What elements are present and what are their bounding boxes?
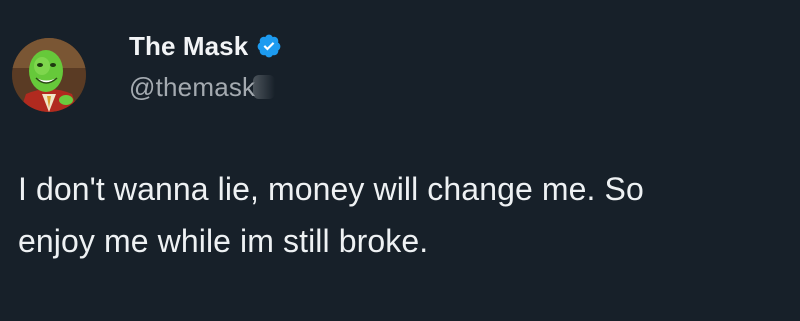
verified-badge-icon: [256, 33, 282, 59]
handle-fade-overlay: [253, 75, 276, 99]
mask-avatar-icon: [12, 38, 86, 112]
handle-row: @themask: [129, 71, 282, 103]
handle[interactable]: @themask: [129, 72, 255, 103]
tweet-text-line: I don't wanna lie, money will change me.…: [18, 171, 644, 207]
tweet-text-line: enjoy me while im still broke.: [18, 223, 429, 259]
author-block: The Mask @themask: [129, 30, 282, 103]
tweet-text: I don't wanna lie, money will change me.…: [18, 163, 778, 267]
tweet-card: The Mask @themask I don't wanna lie, mon…: [0, 0, 800, 321]
avatar[interactable]: [12, 38, 86, 112]
display-name[interactable]: The Mask: [129, 31, 248, 62]
name-row: The Mask: [129, 30, 282, 62]
